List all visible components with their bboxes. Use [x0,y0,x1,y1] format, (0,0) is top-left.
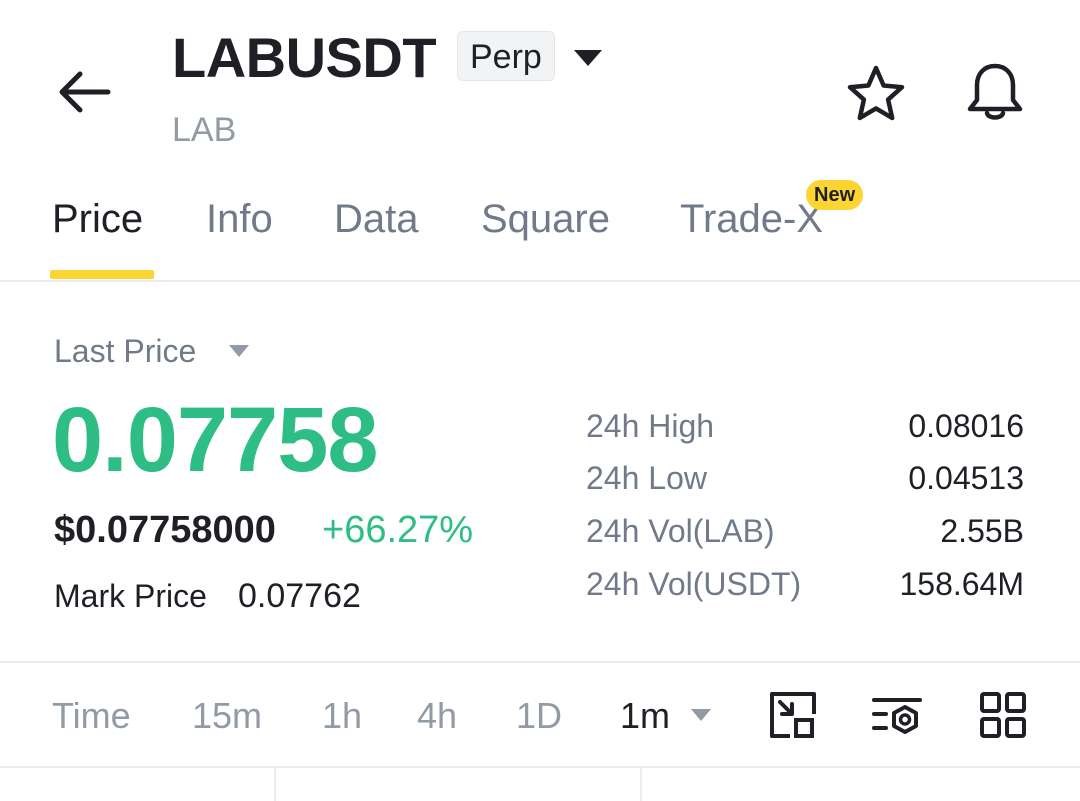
base-asset-label: LAB [172,111,237,149]
stat-24h-vol-base-value: 2.55B [940,513,1024,549]
active-tab-indicator [50,270,154,279]
interval-selected[interactable]: 1m [620,694,670,738]
indicator-settings-button[interactable] [872,690,922,740]
fullscreen-icon [770,692,816,738]
new-badge: New [806,180,864,210]
interval-time[interactable]: Time [52,694,131,738]
tab-price[interactable]: Price [52,196,143,242]
stat-24h-vol-quote-value: 158.64M [899,566,1024,602]
price-type-dropdown[interactable] [228,344,250,358]
symbol-dropdown-button[interactable] [572,48,604,68]
tab-trade-x[interactable]: Trade-X [680,196,823,242]
chart-grid-line [640,768,642,801]
tab-data[interactable]: Data [334,196,419,242]
price-alert-button[interactable] [962,60,1028,126]
favorite-button[interactable] [844,62,908,126]
interval-1d[interactable]: 1D [516,694,562,738]
tab-info[interactable]: Info [206,196,273,242]
interval-dropdown[interactable] [690,708,712,722]
star-icon [847,65,905,121]
back-button[interactable] [54,62,114,122]
indicator-settings-icon [872,698,922,734]
usd-price-value: $0.07758000 [54,509,276,551]
stat-24h-vol-base-label: 24h Vol(LAB) [586,513,775,549]
arrow-left-icon [59,71,111,113]
interval-15m[interactable]: 15m [192,694,262,738]
mark-price-label: Mark Price [54,578,207,614]
tabs-divider [0,280,1080,282]
layout-grid-button[interactable] [978,690,1028,740]
caret-down-icon [574,50,602,66]
stat-24h-low-label: 24h Low [586,460,707,496]
fullscreen-button[interactable] [768,690,818,740]
caret-down-icon [691,709,711,721]
grid-layout-icon [980,692,1026,738]
stat-24h-vol-quote-label: 24h Vol(USDT) [586,566,802,602]
caret-down-icon [229,345,249,357]
price-change-percent: +66.27% [322,509,474,551]
price-type-selector[interactable]: Last Price [54,332,196,370]
interval-4h[interactable]: 4h [417,694,457,738]
symbol-title[interactable]: LABUSDT [172,26,437,90]
contract-type-badge[interactable]: Perp [457,31,555,81]
interval-1h[interactable]: 1h [322,694,362,738]
bell-icon [967,63,1023,120]
chart-grid-line [274,768,276,801]
section-divider [0,661,1080,663]
mark-price-value: 0.07762 [238,577,361,615]
last-price-value: 0.07758 [52,389,379,491]
stat-24h-low-value: 0.04513 [908,460,1024,496]
stat-24h-high-value: 0.08016 [908,408,1024,444]
tab-square[interactable]: Square [481,196,610,242]
chart-top-divider [0,766,1080,768]
stat-24h-high-label: 24h High [586,408,715,444]
